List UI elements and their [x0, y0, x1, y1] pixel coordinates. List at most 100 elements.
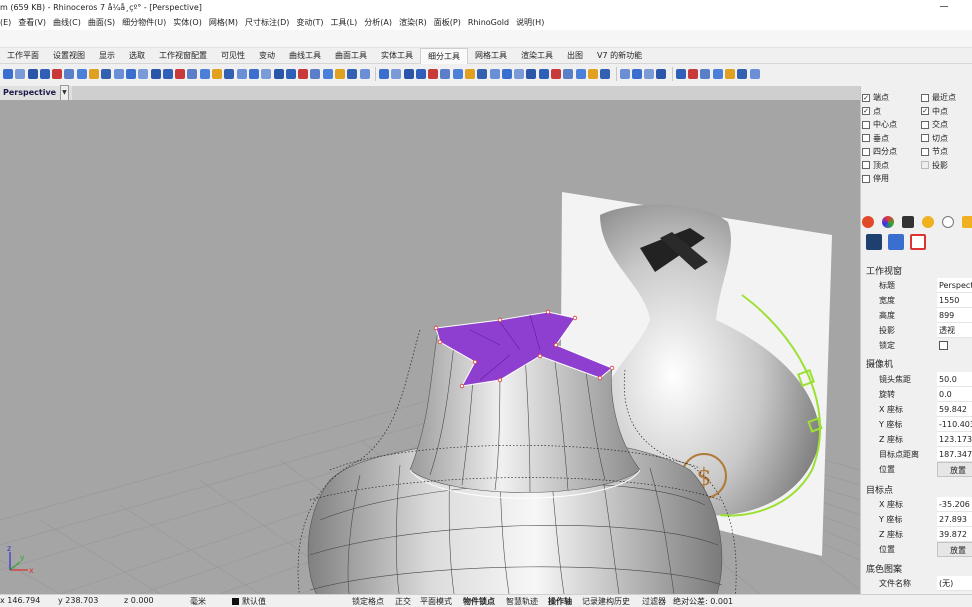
- toolbar-tab[interactable]: 工作平面: [0, 48, 46, 64]
- toolbar-tab[interactable]: 细分工具: [420, 47, 468, 64]
- viewport-menu-arrow-icon[interactable]: ▼: [60, 85, 69, 101]
- tool-icon[interactable]: [310, 69, 321, 79]
- tool-icon[interactable]: [322, 69, 333, 79]
- status-toggle[interactable]: 绝对公差: 0.001: [673, 596, 733, 607]
- osnap-option[interactable]: 中心点: [862, 119, 897, 130]
- osnap-option[interactable]: ✓ 端点: [862, 92, 889, 103]
- toolbar-tab[interactable]: 出图: [560, 48, 590, 64]
- toolbar-tab[interactable]: 曲线工具: [282, 48, 328, 64]
- osnap-checkbox[interactable]: [862, 174, 870, 183]
- property-value[interactable]: 27.893: [937, 512, 972, 527]
- menu-item[interactable]: 说明(H): [516, 17, 544, 28]
- perspective-viewport[interactable]: $ x y z: [0, 100, 860, 594]
- tool-icon[interactable]: [248, 69, 259, 79]
- tool-icon[interactable]: [440, 69, 451, 79]
- tool-icon[interactable]: [335, 69, 346, 79]
- status-toggle[interactable]: 锁定格点: [352, 596, 384, 607]
- property-value[interactable]: 1550: [937, 293, 972, 308]
- light-tab-icon[interactable]: [922, 216, 934, 228]
- menu-item[interactable]: 渲染(R): [399, 17, 427, 28]
- color-tab-icon[interactable]: [882, 216, 894, 228]
- tool-icon[interactable]: [125, 69, 136, 79]
- menu-item[interactable]: 工具(L): [331, 17, 358, 28]
- tool-icon[interactable]: [749, 69, 760, 79]
- osnap-checkbox[interactable]: [921, 120, 929, 129]
- tool-icon[interactable]: [600, 69, 611, 79]
- tool-icon[interactable]: [526, 69, 537, 79]
- tool-icon[interactable]: [261, 69, 272, 79]
- osnap-checkbox[interactable]: [921, 161, 929, 169]
- menu-item[interactable]: 曲面(S): [88, 17, 115, 28]
- tool-icon[interactable]: [724, 69, 735, 79]
- osnap-option[interactable]: 投影: [921, 160, 948, 171]
- osnap-checkbox[interactable]: ✓: [862, 107, 870, 115]
- tool-icon[interactable]: [76, 69, 87, 79]
- osnap-checkbox[interactable]: ✓: [921, 107, 929, 115]
- tool-icon[interactable]: [236, 69, 247, 79]
- property-value[interactable]: -110.403: [937, 417, 972, 432]
- tool-icon[interactable]: [514, 69, 525, 79]
- osnap-checkbox[interactable]: [921, 134, 929, 142]
- tool-icon[interactable]: [359, 69, 370, 79]
- menu-item[interactable]: 曲线(C): [53, 17, 81, 28]
- tool-icon[interactable]: [675, 69, 686, 79]
- tool-icon[interactable]: [688, 69, 699, 79]
- tool-icon[interactable]: [285, 69, 296, 79]
- osnap-option[interactable]: ✓ 中点: [921, 106, 948, 117]
- osnap-checkbox[interactable]: ✓: [862, 93, 870, 102]
- osnap-option[interactable]: 停用: [862, 173, 889, 184]
- tool-icon[interactable]: [477, 69, 488, 79]
- status-toggle[interactable]: 过滤器: [642, 596, 666, 607]
- material-tab-icon[interactable]: [902, 216, 914, 228]
- tool-icon[interactable]: [631, 69, 642, 79]
- tool-icon[interactable]: [415, 69, 426, 79]
- tool-icon[interactable]: [619, 69, 630, 79]
- toolbar-tab[interactable]: 设置视图: [46, 48, 92, 64]
- osnap-checkbox[interactable]: [862, 147, 870, 156]
- viewport-title[interactable]: Perspective ▼: [0, 85, 72, 101]
- toolbar-tab[interactable]: 可见性: [214, 48, 252, 64]
- display-props-icon[interactable]: [910, 234, 926, 250]
- tool-icon[interactable]: [138, 69, 149, 79]
- tool-icon[interactable]: [464, 69, 475, 79]
- menu-item[interactable]: (E): [0, 18, 11, 27]
- menu-item[interactable]: 尺寸标注(D): [245, 17, 289, 28]
- property-value[interactable]: 59.842: [937, 402, 972, 417]
- osnap-checkbox[interactable]: [921, 93, 929, 102]
- status-toggle[interactable]: 平面模式: [420, 596, 452, 607]
- osnap-checkbox[interactable]: [862, 161, 870, 169]
- tool-icon[interactable]: [175, 69, 186, 79]
- tool-icon[interactable]: [162, 69, 173, 79]
- tool-icon[interactable]: [39, 69, 50, 79]
- lock-box[interactable]: [939, 341, 948, 350]
- tool-icon[interactable]: [52, 69, 63, 79]
- toolbar-tab[interactable]: 显示: [92, 48, 122, 64]
- toolbar-tab[interactable]: 工作视窗配置: [152, 48, 214, 64]
- tool-icon[interactable]: [224, 69, 235, 79]
- camera-icon[interactable]: [866, 234, 882, 250]
- osnap-option[interactable]: 切点: [921, 133, 948, 144]
- property-value[interactable]: -35.206: [937, 497, 972, 512]
- property-value[interactable]: 50.0: [937, 372, 972, 387]
- property-value[interactable]: 39.872: [937, 527, 972, 542]
- tool-icon[interactable]: [273, 69, 284, 79]
- osnap-checkbox[interactable]: [921, 147, 929, 156]
- status-toggle[interactable]: 物件锁点: [463, 596, 495, 607]
- menu-item[interactable]: RhinoGold: [468, 18, 509, 27]
- tool-icon[interactable]: [212, 69, 223, 79]
- tool-icon[interactable]: [378, 69, 389, 79]
- properties-tab-icon[interactable]: [862, 216, 874, 228]
- tool-icon[interactable]: [27, 69, 38, 79]
- tool-icon[interactable]: [452, 69, 463, 79]
- osnap-checkbox[interactable]: [862, 120, 870, 129]
- status-layer[interactable]: 默认值: [232, 596, 266, 607]
- menu-item[interactable]: 实体(O): [173, 17, 202, 28]
- osnap-option[interactable]: 垂点: [862, 133, 889, 144]
- tool-icon[interactable]: [3, 69, 13, 79]
- tool-icon[interactable]: [538, 69, 549, 79]
- menu-item[interactable]: 网格(M): [209, 17, 238, 28]
- property-value[interactable]: 透视: [937, 323, 972, 338]
- osnap-checkbox[interactable]: [862, 134, 870, 142]
- property-value[interactable]: (无): [937, 576, 972, 591]
- osnap-option[interactable]: 最近点: [921, 92, 956, 103]
